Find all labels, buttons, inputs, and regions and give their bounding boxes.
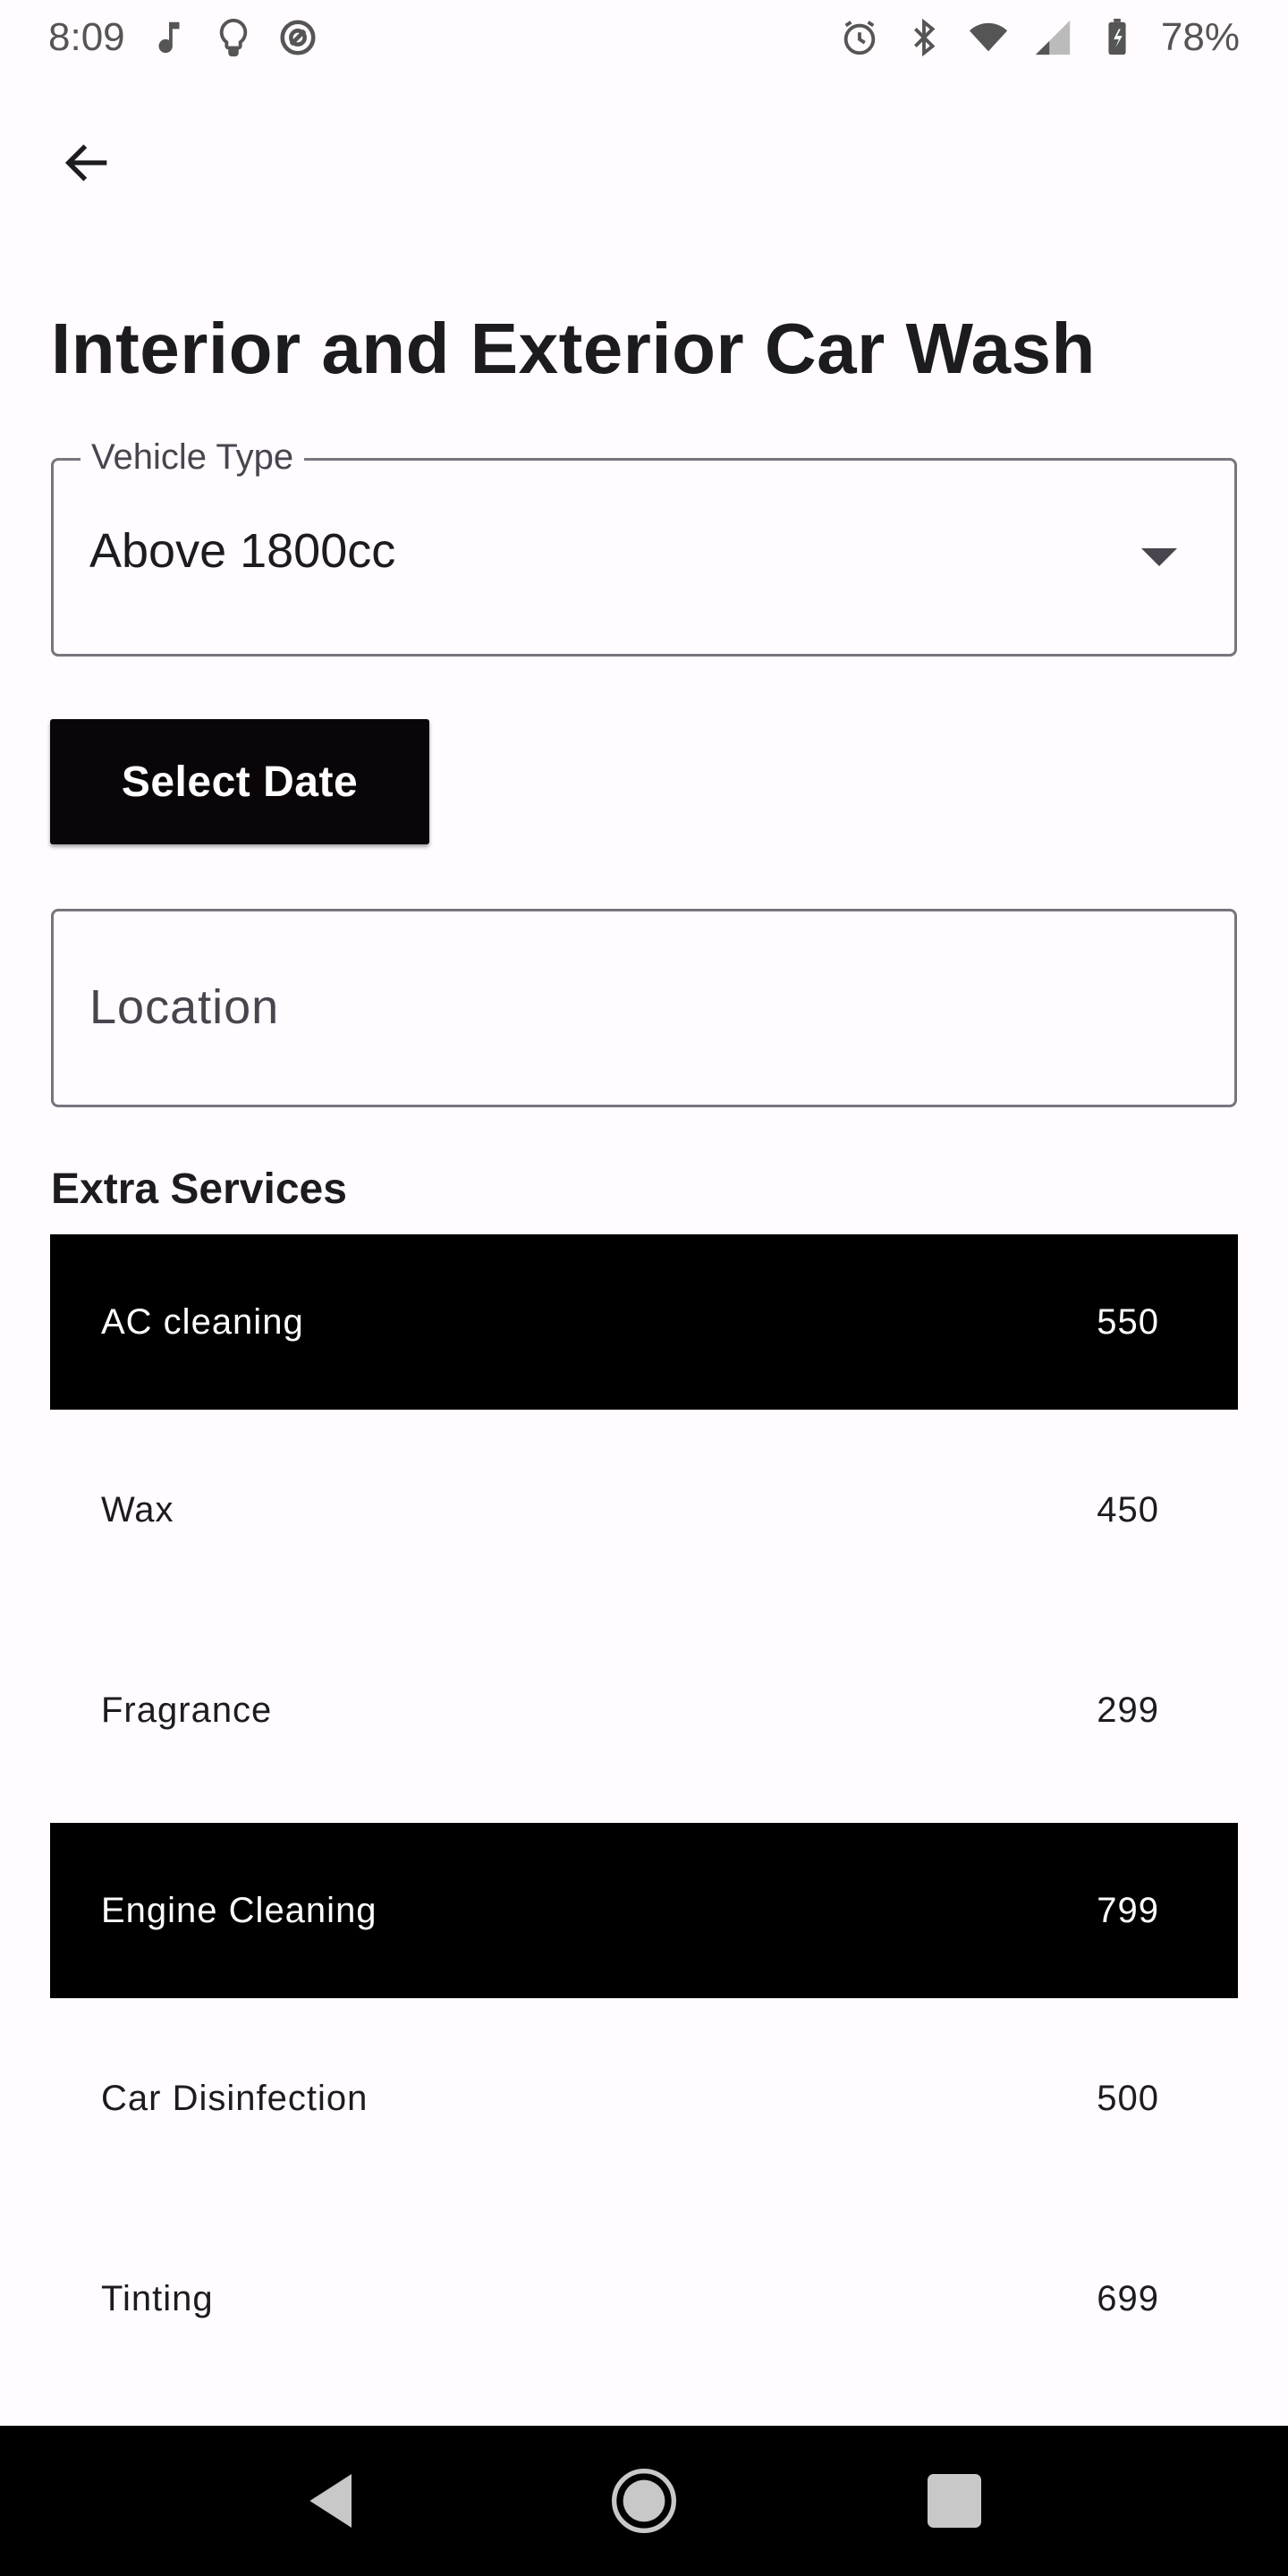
- status-time: 8:09: [48, 15, 125, 59]
- signal-icon: [1032, 17, 1073, 58]
- vehicle-type-label: Vehicle Type: [80, 437, 305, 478]
- nav-home-button[interactable]: [595, 2452, 693, 2550]
- arrow-left-icon: [64, 144, 107, 182]
- navigation-bar: [0, 2426, 1288, 2576]
- square-recents-icon: [927, 2474, 981, 2528]
- service-price: 550: [1097, 1301, 1159, 1342]
- battery-icon: [1097, 17, 1138, 58]
- service-item-ac-cleaning[interactable]: AC cleaning 550: [50, 1234, 1238, 1410]
- triangle-back-icon: [309, 2474, 352, 2528]
- wifi-icon: [968, 17, 1009, 58]
- service-name: Tinting: [101, 2278, 214, 2318]
- nav-back-button[interactable]: [284, 2452, 383, 2550]
- service-price: 699: [1097, 2278, 1159, 2318]
- at-sign-icon: [277, 17, 318, 58]
- select-date-button[interactable]: Select Date: [50, 719, 429, 844]
- service-item-fragrance[interactable]: Fragrance 299: [50, 1610, 1238, 1810]
- status-left: 8:09: [48, 15, 318, 60]
- service-item-wax[interactable]: Wax 450: [50, 1410, 1238, 1610]
- page-title: Interior and Exterior Car Wash: [51, 309, 1096, 388]
- service-name: Fragrance: [101, 1690, 273, 1730]
- location-placeholder: Location: [89, 980, 280, 1034]
- service-name: AC cleaning: [101, 1301, 304, 1342]
- vehicle-type-value: Above 1800cc: [89, 524, 396, 578]
- caret-down-icon: [1141, 548, 1177, 566]
- service-name: Car Disinfection: [101, 2078, 369, 2118]
- service-item-car-disinfection[interactable]: Car Disinfection 500: [50, 1998, 1238, 2199]
- service-item-tinting[interactable]: Tinting 699: [50, 2199, 1238, 2399]
- location-field[interactable]: Location: [51, 909, 1237, 1107]
- bluetooth-icon: [903, 17, 945, 58]
- status-right: 78%: [839, 15, 1240, 60]
- lightbulb-icon: [213, 17, 254, 58]
- battery-percent: 78%: [1160, 15, 1240, 59]
- extra-services-list: AC cleaning 550 Wax 450 Fragrance 299 En…: [50, 1234, 1238, 2399]
- alarm-icon: [839, 17, 880, 58]
- nav-recents-button[interactable]: [905, 2452, 1004, 2550]
- back-button[interactable]: [50, 125, 125, 200]
- service-item-engine-cleaning[interactable]: Engine Cleaning 799: [50, 1823, 1238, 1998]
- service-price: 500: [1097, 2078, 1159, 2118]
- service-price: 299: [1097, 1690, 1159, 1730]
- service-name: Engine Cleaning: [101, 1890, 377, 1930]
- service-name: Wax: [101, 1489, 174, 1530]
- music-note-icon: [148, 17, 190, 58]
- vehicle-type-dropdown[interactable]: Vehicle Type Above 1800cc: [51, 437, 1237, 657]
- status-bar: 8:09 78%: [0, 0, 1288, 75]
- service-price: 799: [1097, 1890, 1159, 1930]
- extra-services-title: Extra Services: [51, 1165, 347, 1213]
- service-price: 450: [1097, 1489, 1159, 1530]
- circle-home-icon: [611, 2469, 676, 2533]
